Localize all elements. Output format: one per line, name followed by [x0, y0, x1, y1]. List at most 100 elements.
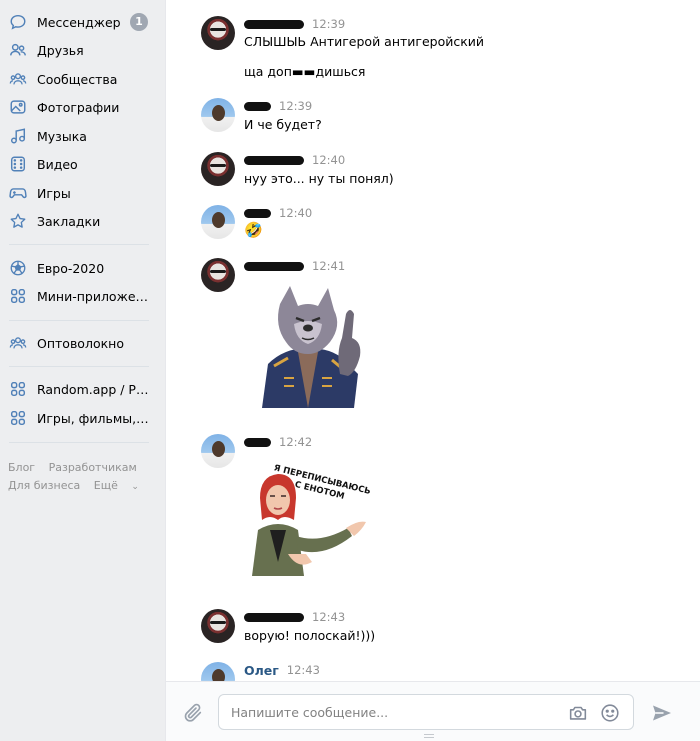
friends-icon [9, 41, 27, 59]
sidebar-divider [9, 244, 149, 245]
apps-grid-icon [9, 409, 27, 427]
message-header: 12:39 [244, 16, 345, 32]
message-text: СЛЫШЫЬ Антигерой антигеройский [244, 34, 485, 49]
girl-sticker[interactable]: Я ПЕРЕПИСЫВАЮСЬ С ЕНОТОМ [244, 458, 384, 578]
redacted-author-name [244, 19, 304, 29]
message-text: И че будет? [244, 117, 322, 132]
message-header: 12:43 [244, 609, 345, 625]
footer-link-blog[interactable]: Блог [8, 461, 35, 474]
message-header: 12:40 [244, 205, 312, 221]
photos-icon [9, 98, 27, 116]
message-composer [166, 681, 700, 741]
paperclip-icon[interactable] [182, 702, 204, 724]
chevron-down-icon: ⌄ [131, 482, 139, 492]
message-input[interactable] [231, 695, 561, 729]
sidebar-item-label: Евро-2020 [37, 260, 105, 276]
footer-more-label: Ещё [93, 479, 118, 492]
sidebar-item-optovolokno[interactable]: Оптоволокно [0, 330, 160, 356]
communities-icon [9, 334, 27, 352]
redacted-author-name [244, 155, 304, 165]
avatar[interactable] [201, 205, 235, 239]
sidebar-item-label: Закладки [37, 213, 101, 229]
footer-links-row-2: Для бизнеса Ещё ⌄ [8, 479, 159, 492]
message-bubble-icon [9, 13, 27, 31]
redacted-author-name [244, 612, 304, 622]
sidebar-item-label: Фотографии [37, 99, 120, 115]
gamepad-icon [9, 184, 27, 202]
sidebar-item-label: Видео [37, 156, 78, 172]
message-text: ща доп▬▬дишься [244, 64, 366, 79]
message-time: 12:43 [286, 663, 320, 677]
sidebar-item-label: Друзья [37, 42, 84, 58]
avatar[interactable] [201, 258, 235, 292]
message-text: ворую! полоскай!))) [244, 628, 376, 643]
sidebar-item-video[interactable]: Видео [0, 151, 160, 177]
message-time: 12:43 [312, 610, 346, 624]
message-time: 12:39 [312, 17, 346, 31]
sidebar-item-label: Музыка [37, 128, 87, 144]
message-time: 12:39 [279, 99, 313, 113]
composer-resize-handle[interactable] [424, 734, 434, 738]
sidebar-item-mini-apps[interactable]: Мини-приложения [0, 283, 160, 309]
sidebar-item-random-app[interactable]: Random.app / Роз... [0, 376, 160, 402]
football-icon [9, 259, 27, 277]
redacted-author-name [244, 101, 271, 111]
communities-icon [9, 70, 27, 88]
avatar[interactable] [201, 152, 235, 186]
avatar[interactable] [201, 609, 235, 643]
message-input-wrapper [218, 694, 634, 730]
sidebar-divider [9, 442, 149, 443]
sidebar-item-games-movies[interactable]: Игры, фильмы, му... [0, 405, 160, 431]
sidebar-item-music[interactable]: Музыка [0, 123, 160, 149]
message-header: 12:41 [244, 258, 345, 274]
redacted-author-name [244, 437, 271, 447]
avatar[interactable] [201, 16, 235, 50]
camera-icon[interactable] [567, 702, 589, 724]
avatar[interactable] [201, 662, 235, 681]
sidebar-item-euro-2020[interactable]: Евро-2020 [0, 255, 160, 281]
message-header: 12:40 [244, 152, 345, 168]
left-sidebar: Мессенджер 1 Друзья Сообщества Фотографи… [0, 0, 165, 741]
avatar[interactable] [201, 98, 235, 132]
avatar[interactable] [201, 434, 235, 468]
message-time: 12:42 [279, 435, 313, 449]
message-header: Олег 12:43 [244, 662, 320, 678]
star-icon [9, 212, 27, 230]
video-icon [9, 155, 27, 173]
message-text: нуу это... ну ты понял) [244, 171, 394, 186]
footer-link-more[interactable]: Ещё ⌄ [94, 479, 149, 492]
sidebar-item-friends[interactable]: Друзья [0, 37, 160, 63]
laughing-emoji-icon: 🤣 [244, 221, 263, 239]
sidebar-item-label: Мессенджер [37, 14, 121, 30]
sidebar-item-label: Игры [37, 185, 71, 201]
music-note-icon [9, 127, 27, 145]
sidebar-item-messenger[interactable]: Мессенджер 1 [0, 9, 160, 35]
redacted-author-name [244, 261, 304, 271]
send-icon[interactable] [650, 701, 674, 725]
message-time: 12:41 [312, 259, 346, 273]
message-header: 12:42 [244, 434, 312, 450]
apps-grid-icon [9, 287, 27, 305]
redacted-author-name [244, 208, 271, 218]
footer-links-row-1: Блог Разработчикам [8, 461, 147, 474]
message-header: 12:39 [244, 98, 312, 114]
footer-link-developers[interactable]: Разработчикам [49, 461, 137, 474]
sidebar-item-label: Random.app / Роз... [37, 381, 152, 397]
sidebar-item-communities[interactable]: Сообщества [0, 66, 160, 92]
sidebar-divider [9, 320, 149, 321]
message-author[interactable]: Олег [244, 663, 279, 678]
smile-icon[interactable] [599, 702, 621, 724]
chat-panel: 12:39 СЛЫШЫЬ Антигерой антигеройский ща … [165, 0, 700, 741]
wolf-sticker[interactable] [244, 282, 372, 410]
sidebar-item-label: Оптоволокно [37, 335, 124, 351]
footer-link-business[interactable]: Для бизнеса [8, 479, 80, 492]
sidebar-item-games[interactable]: Игры [0, 180, 160, 206]
message-group: Олег 12:43 [201, 662, 681, 681]
sidebar-item-bookmarks[interactable]: Закладки [0, 208, 160, 234]
sidebar-item-photos[interactable]: Фотографии [0, 94, 160, 120]
sidebar-item-label: Сообщества [37, 71, 118, 87]
sidebar-item-label: Мини-приложения [37, 288, 152, 304]
unread-count-badge: 1 [130, 13, 148, 31]
sidebar-divider [9, 366, 149, 367]
apps-grid-icon [9, 380, 27, 398]
